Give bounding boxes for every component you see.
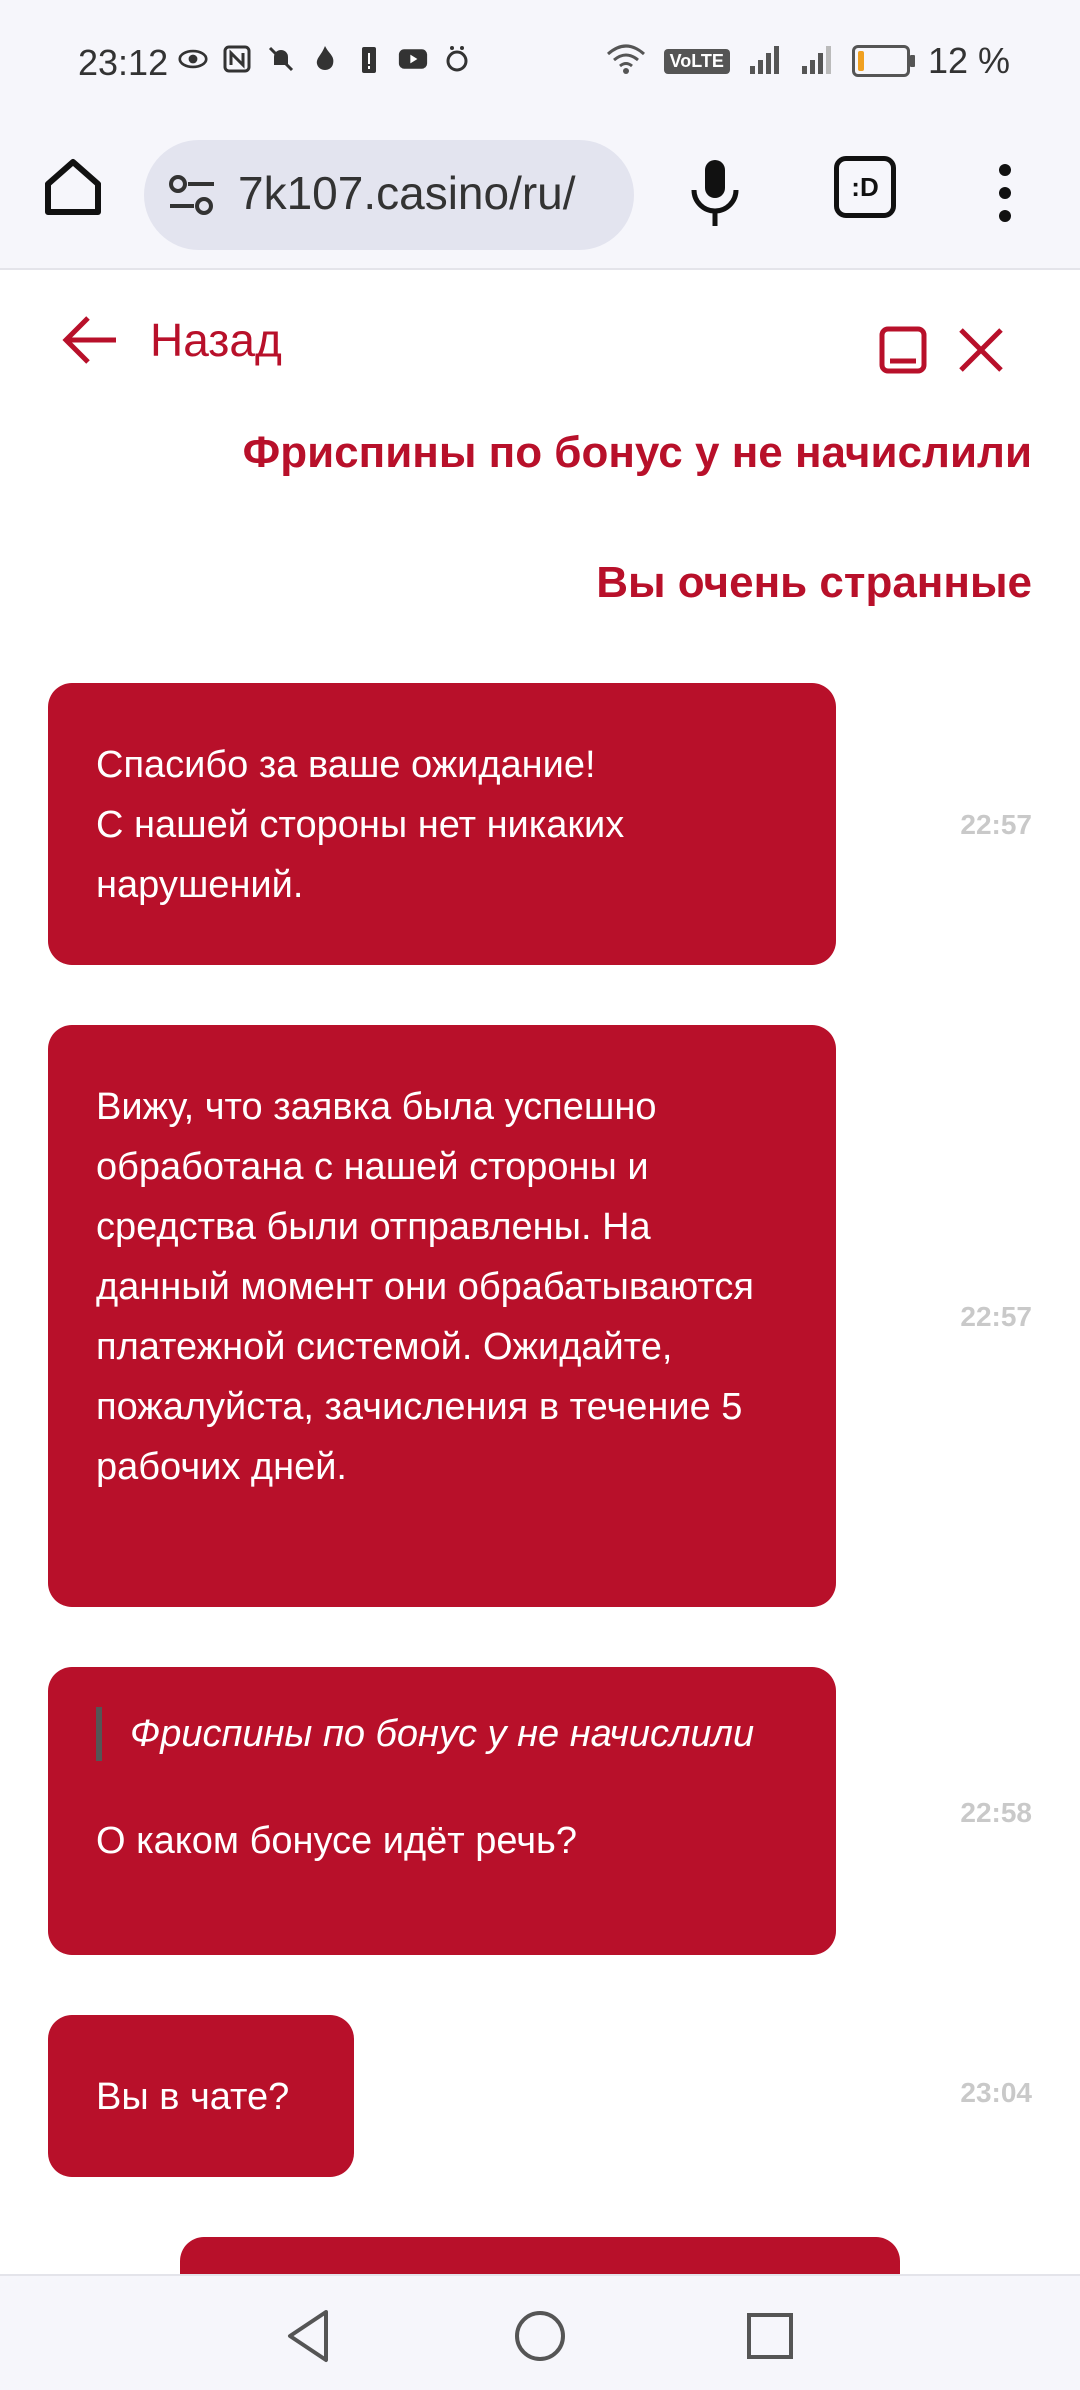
battery-text: 12 % [927,40,1010,81]
circle-home-icon [515,2311,565,2361]
browser-menu-button[interactable] [990,158,1020,228]
message-bubble: Спасибо за ваше ожидание! С нашей сторон… [48,683,836,965]
chat-message: Вы в чате? 23:04 [48,2015,1032,2177]
square-recents-icon [747,2313,793,2359]
message-time: 23:04 [960,2077,1032,2108]
bell-off-icon [266,44,296,74]
home-button[interactable] [38,152,108,222]
address-bar[interactable]: 7k107.casino/ru/ [144,140,634,250]
nav-recents-button[interactable] [740,2306,800,2366]
signal-icon [748,44,782,79]
arrow-left-icon [62,316,116,364]
status-bar: 23:12 VoLTE 12 % [0,0,1080,130]
minimize-chat-button[interactable] [878,325,928,375]
nav-home-button[interactable] [510,2306,570,2366]
status-system-icons: VoLTE 12 % [606,40,1010,82]
close-icon [959,328,1003,372]
system-nav-bar [0,2274,1080,2390]
back-button[interactable]: Назад [60,310,282,370]
status-notification-icons [178,44,472,74]
quoted-message: Фриспины по бонус у не начислили [96,1707,788,1761]
back-label: Назад [150,314,282,366]
app-icon [442,44,472,74]
message-time: 22:57 [960,809,1032,840]
message-bubble: Вижу, что заявка была успешно обработана… [48,1025,836,1607]
outgoing-message: Фриспины по бонус у не начислили [242,428,1032,477]
url-text: 7k107.casino/ru/ [238,167,576,219]
volte-badge: VoLTE [663,48,730,74]
chat-message: Фриспины по бонус у не начислили О каком… [48,1667,1032,1955]
voice-search-button[interactable] [680,154,750,234]
nav-back-button[interactable] [280,2306,340,2366]
chat-message: Вижу, что заявка была успешно обработана… [48,1025,1032,1607]
outgoing-message: Вы очень странные [596,558,1032,607]
battery-icon [851,45,915,77]
chat-message: Спасибо за ваше ожидание! С нашей сторон… [48,683,1032,965]
battery-alert-icon [354,44,384,74]
flame-icon [310,44,340,74]
eye-icon [178,44,208,74]
tab-switcher-button[interactable]: :D [834,156,896,218]
home-icon [45,159,101,215]
message-text: О каком бонусе идёт речь? [96,1820,577,1862]
wifi-icon [606,44,646,79]
close-chat-button[interactable] [956,325,1006,375]
signal-icon-2 [800,44,834,79]
message-time: 22:58 [960,1797,1032,1828]
more-vert-icon [999,164,1011,222]
youtube-icon [398,44,428,74]
minimize-icon [879,326,927,374]
nfc-icon [222,44,252,74]
triangle-back-icon [288,2310,328,2362]
battery-level [857,51,864,71]
message-bubble: Фриспины по бонус у не начислили О каком… [48,1667,836,1955]
site-settings-icon[interactable] [166,172,218,218]
message-bubble: Вы в чате? [48,2015,354,2177]
browser-toolbar: 7k107.casino/ru/ :D [0,130,1080,270]
status-time: 23:12 [78,42,169,83]
message-time: 22:57 [960,1301,1032,1332]
mic-icon [691,160,739,226]
